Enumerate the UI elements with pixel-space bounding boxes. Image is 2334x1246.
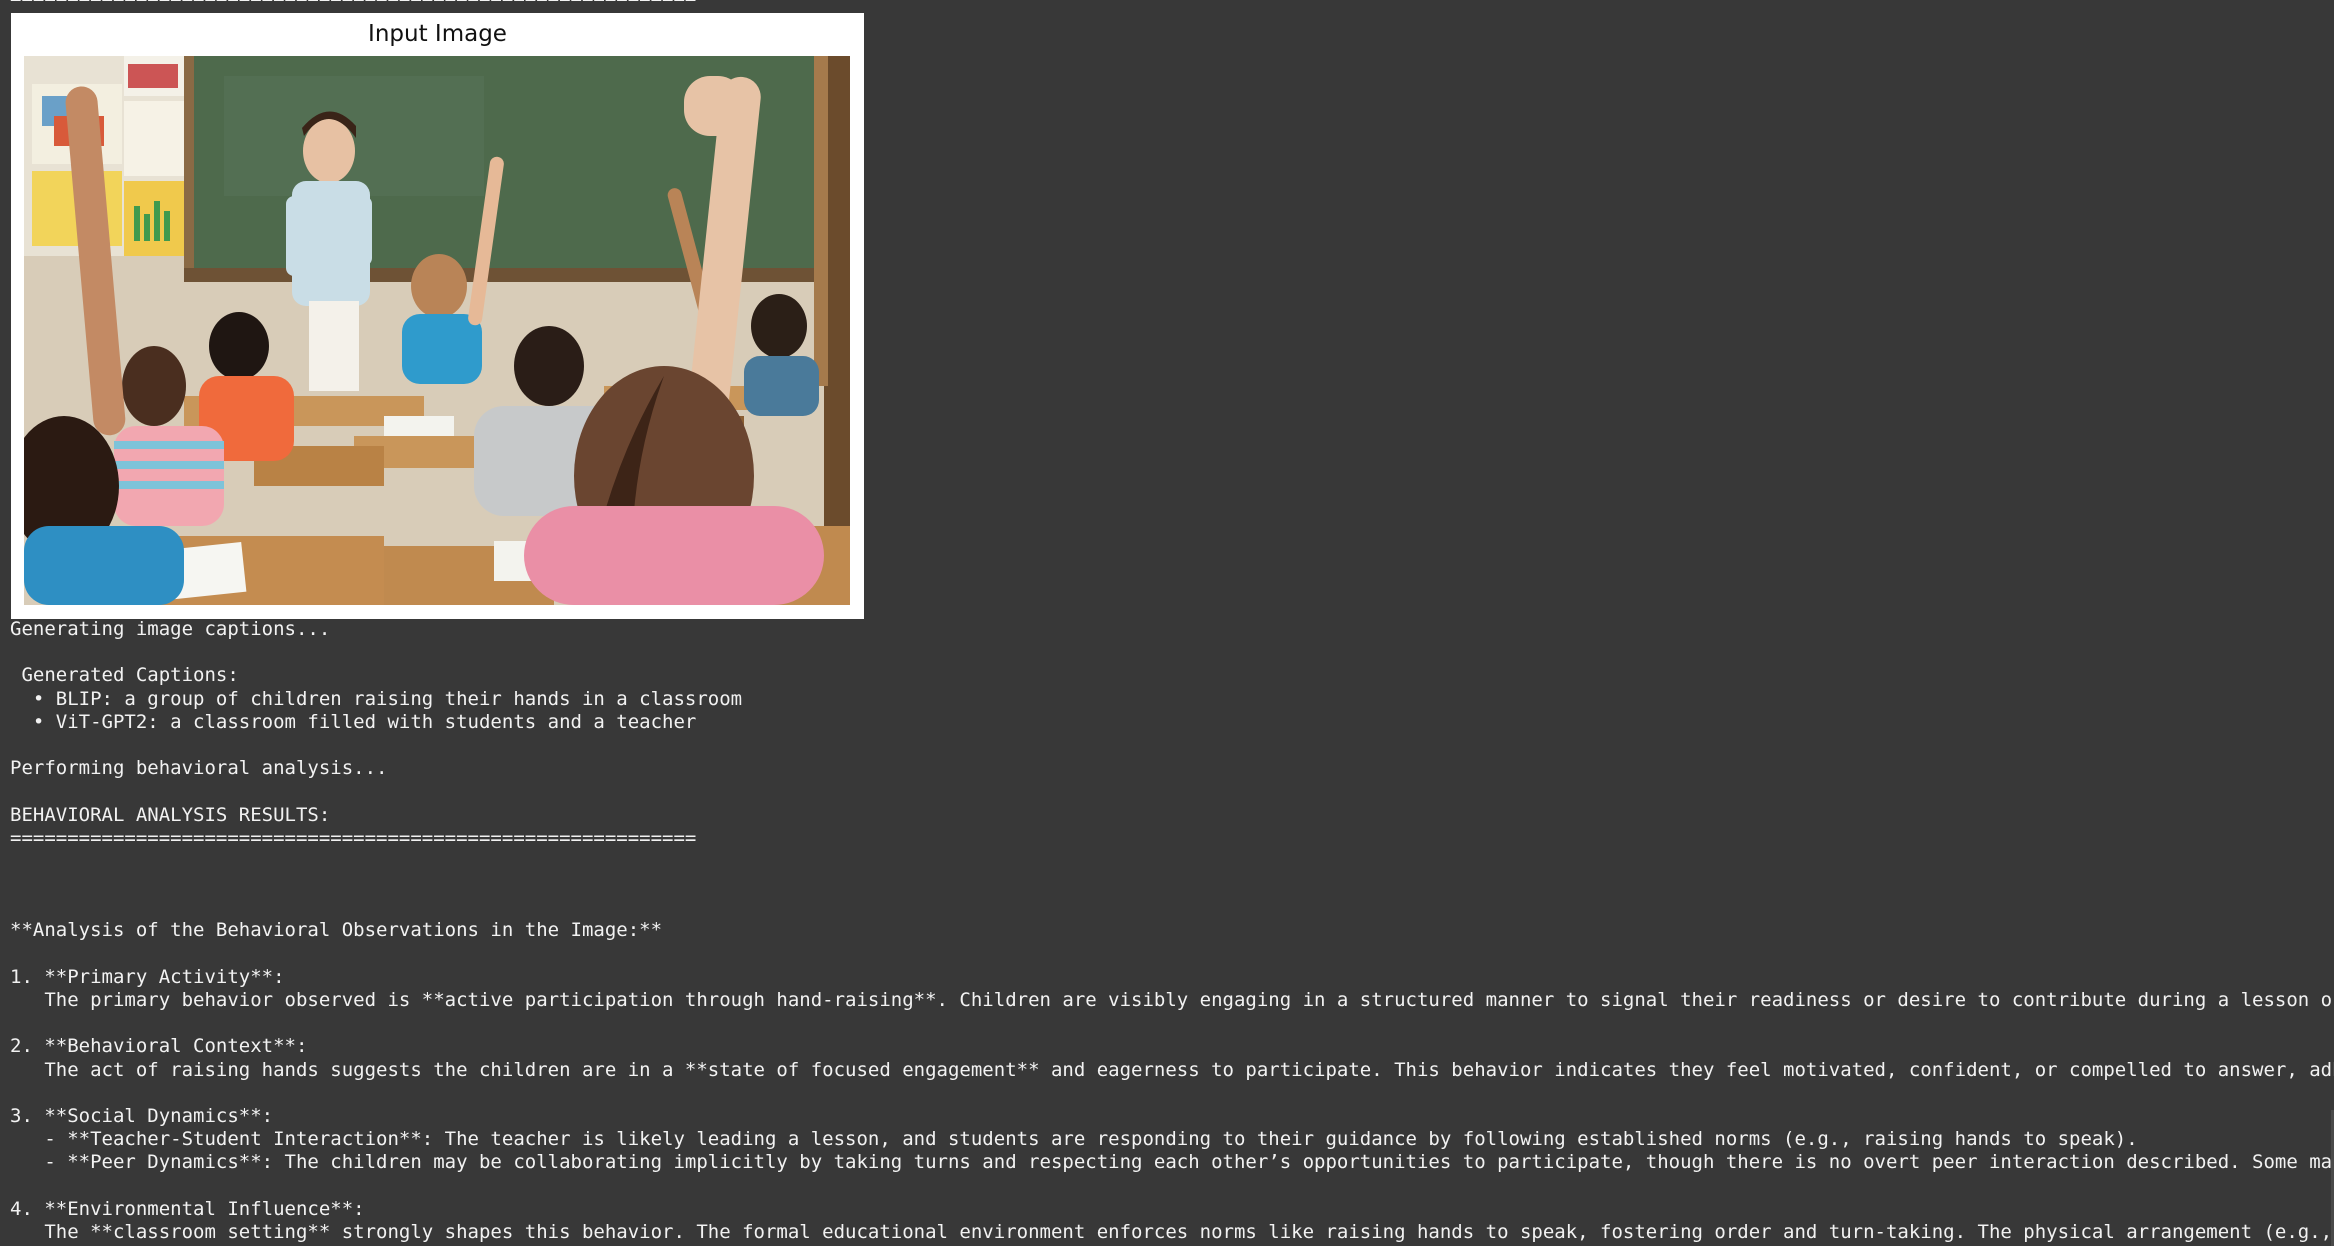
log-line: The act of raising hands suggests the ch… bbox=[10, 1058, 2334, 1081]
log-line: - **Peer Dynamics**: The children may be… bbox=[10, 1151, 2334, 1174]
log-line: 1. **Primary Activity**: bbox=[10, 965, 285, 988]
log-line: - **Teacher-Student Interaction**: The t… bbox=[10, 1128, 2138, 1151]
notebook-output: ========================================… bbox=[0, 0, 2334, 1246]
log-line: • ViT-GPT2: a classroom filled with stud… bbox=[10, 710, 697, 733]
log-line: The **classroom setting** strongly shape… bbox=[10, 1220, 2334, 1243]
log-line: Generated Captions: bbox=[10, 664, 239, 687]
top-divider: ========================================… bbox=[10, 0, 696, 10]
log-line: **Analysis of the Behavioral Observation… bbox=[10, 919, 663, 942]
classroom-photo bbox=[24, 56, 850, 605]
input-image-figure: Input Image bbox=[11, 13, 864, 619]
log-line: 4. **Environmental Influence**: bbox=[10, 1197, 365, 1220]
log-line: The primary behavior observed is **activ… bbox=[10, 989, 2334, 1011]
log-line: ========================================… bbox=[10, 826, 697, 849]
log-line: BEHAVIORAL ANALYSIS RESULTS: bbox=[10, 803, 331, 826]
log-line: Generating image captions... bbox=[10, 618, 331, 640]
log-line: • BLIP: a group of children raising thei… bbox=[10, 687, 743, 710]
log-line: Performing behavioral analysis... bbox=[10, 757, 388, 780]
figure-title: Input Image bbox=[368, 21, 507, 47]
log-line: 3. **Social Dynamics**: bbox=[10, 1104, 274, 1127]
log-line: 2. **Behavioral Context**: bbox=[10, 1035, 308, 1058]
console-log: Generating image captions... Generated C… bbox=[10, 618, 2334, 1244]
